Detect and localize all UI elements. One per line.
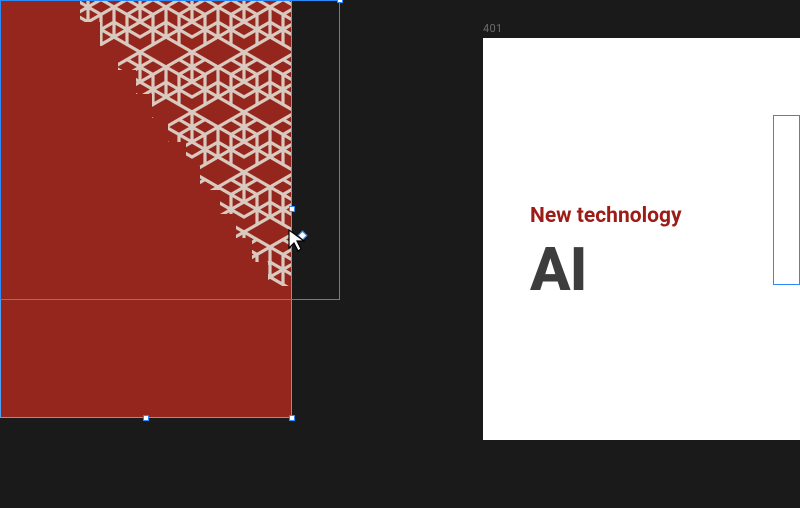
anchor-point-icon[interactable] xyxy=(298,231,308,241)
design-canvas[interactable]: 401 New technology AI xyxy=(0,0,800,508)
title-text[interactable]: AI xyxy=(530,234,586,305)
hex-cube-pattern[interactable] xyxy=(0,0,292,418)
subtitle-text[interactable]: New technology xyxy=(530,204,682,228)
artboard-text-card[interactable]: New technology AI xyxy=(483,38,800,440)
artboard-pattern[interactable] xyxy=(0,0,292,418)
offscreen-rect-selection[interactable] xyxy=(773,115,800,285)
artboard-label[interactable]: 401 xyxy=(483,22,502,35)
selection-handle[interactable] xyxy=(337,0,343,3)
